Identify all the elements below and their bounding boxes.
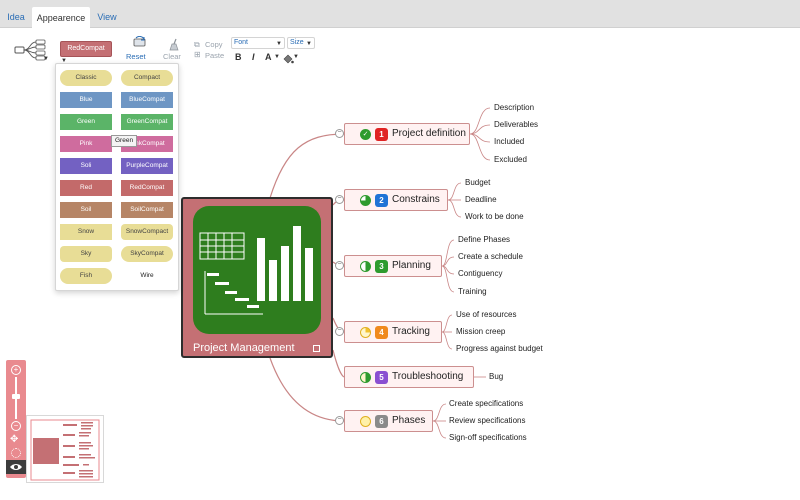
- style-option-bluecompat[interactable]: BlueCompat: [121, 92, 173, 108]
- priority-1-icon: 1: [375, 128, 388, 141]
- style-option-fish[interactable]: Fish: [60, 268, 112, 284]
- style-option-sky[interactable]: Sky: [60, 246, 112, 262]
- style-option-red[interactable]: Red: [60, 180, 112, 196]
- topic-tracking[interactable]: 4 Tracking: [344, 321, 442, 343]
- subtopic[interactable]: Deadline: [465, 195, 497, 204]
- progress-75-icon: [360, 195, 371, 206]
- overview-toggle-eye-icon[interactable]: [6, 460, 26, 474]
- overview-minimap[interactable]: [26, 415, 104, 483]
- zoom-slider-handle[interactable]: [12, 394, 20, 399]
- subtopic[interactable]: Create specifications: [449, 399, 523, 408]
- priority-6-icon: 6: [375, 415, 388, 428]
- fit-view-icon[interactable]: [11, 448, 21, 458]
- pan-move-icon[interactable]: ✥: [10, 434, 18, 445]
- topic-label: Phases: [392, 415, 426, 426]
- collapse-toggle-icon[interactable]: −: [335, 416, 344, 425]
- collapse-toggle-icon[interactable]: −: [335, 129, 344, 138]
- subtopic[interactable]: Review specifications: [449, 416, 525, 425]
- subtopic[interactable]: Contiguency: [458, 269, 502, 278]
- topic-planning[interactable]: 3 Planning: [344, 255, 442, 277]
- style-option-green[interactable]: Green: [60, 114, 112, 130]
- priority-5-icon: 5: [375, 371, 388, 384]
- style-palette-dropdown: Classic Compact Blue BlueCompat Green Gr…: [55, 63, 179, 291]
- progress-50-icon: [360, 261, 371, 272]
- subtopic[interactable]: Bug: [489, 372, 503, 381]
- zoom-out-icon[interactable]: −: [11, 421, 21, 431]
- progress-25-icon: [360, 327, 371, 338]
- subtopic[interactable]: Deliverables: [494, 120, 538, 129]
- topic-project-definition[interactable]: ✓ 1 Project definition: [344, 123, 470, 145]
- note-icon[interactable]: [313, 345, 320, 352]
- topic-label: Project definition: [392, 128, 466, 139]
- subtopic[interactable]: Description: [494, 103, 534, 112]
- central-topic[interactable]: Project Management: [181, 197, 333, 358]
- topic-label: Troubleshooting: [392, 371, 464, 382]
- collapse-toggle-icon[interactable]: −: [335, 195, 344, 204]
- subtopic[interactable]: Budget: [465, 178, 490, 187]
- subtopic[interactable]: Create a schedule: [458, 252, 523, 261]
- style-option-soil[interactable]: Soil: [60, 202, 112, 218]
- subtopic[interactable]: Work to be done: [465, 212, 524, 221]
- checkmark-icon: ✓: [360, 129, 371, 140]
- style-option-purplecompat[interactable]: PurpleCompat: [121, 158, 173, 174]
- topic-label: Planning: [392, 260, 431, 271]
- priority-2-icon: 2: [375, 194, 388, 207]
- zoom-in-icon[interactable]: +: [11, 365, 21, 375]
- style-option-redcompat[interactable]: RedCompat: [121, 180, 173, 196]
- topic-constrains[interactable]: 2 Constrains: [344, 189, 448, 211]
- collapse-toggle-icon[interactable]: −: [335, 327, 344, 336]
- subtopic[interactable]: Define Phases: [458, 235, 510, 244]
- style-option-greencompat[interactable]: GreenCompat: [121, 114, 173, 130]
- priority-3-icon: 3: [375, 260, 388, 273]
- topic-phases[interactable]: 6 Phases: [344, 410, 433, 432]
- style-option-skycompat[interactable]: SkyCompat: [121, 246, 173, 262]
- style-option-blue[interactable]: Blue: [60, 92, 112, 108]
- style-option-pink[interactable]: Pink: [60, 136, 112, 152]
- topic-label: Constrains: [392, 194, 440, 205]
- subtopic[interactable]: Excluded: [494, 155, 527, 164]
- style-option-classic[interactable]: Classic: [60, 70, 112, 86]
- topic-troubleshooting[interactable]: 5 Troubleshooting: [344, 366, 474, 388]
- project-chart-image: [193, 206, 321, 334]
- style-option-snowcompact[interactable]: SnowCompact: [121, 224, 173, 240]
- progress-0-icon: [360, 416, 371, 427]
- subtopic[interactable]: Progress against budget: [456, 344, 543, 353]
- topic-label: Tracking: [392, 326, 430, 337]
- progress-50-icon: [360, 372, 371, 383]
- style-option-soilcompat[interactable]: SoilCompat: [121, 202, 173, 218]
- style-option-wire[interactable]: Wire: [121, 268, 173, 284]
- subtopic[interactable]: Mission creep: [456, 327, 505, 336]
- subtopic[interactable]: Included: [494, 137, 524, 146]
- app-window: Idea Appearence View ▼ RedCompat ▼ Reset…: [0, 0, 800, 500]
- subtopic[interactable]: Training: [458, 287, 487, 296]
- priority-4-icon: 4: [375, 326, 388, 339]
- hover-tooltip: Green: [111, 135, 138, 147]
- style-option-compact[interactable]: Compact: [121, 70, 173, 86]
- subtopic[interactable]: Use of resources: [456, 310, 516, 319]
- collapse-toggle-icon[interactable]: −: [335, 261, 344, 270]
- central-topic-title: Project Management: [193, 342, 295, 354]
- style-option-soli[interactable]: Soli: [60, 158, 112, 174]
- zoom-panel: + − ✥: [6, 360, 26, 478]
- style-option-snow[interactable]: Snow: [60, 224, 112, 240]
- subtopic[interactable]: Sign-off specifications: [449, 433, 527, 442]
